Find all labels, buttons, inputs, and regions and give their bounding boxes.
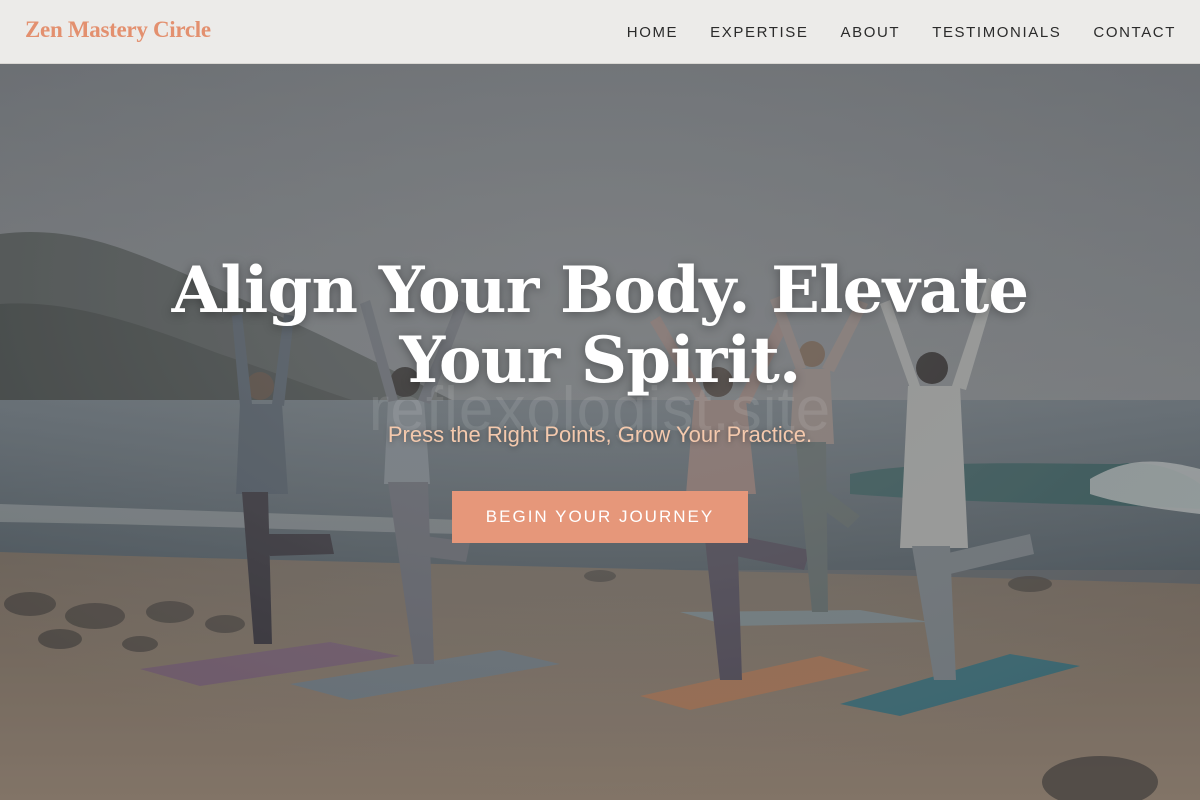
hero-subtitle: Press the Right Points, Grow Your Practi… <box>387 422 813 447</box>
nav-expertise[interactable]: EXPERTISE <box>710 24 808 41</box>
site-header: Zen Mastery Circle HOME EXPERTISE ABOUT … <box>0 0 1200 64</box>
main-nav: HOME EXPERTISE ABOUT TESTIMONIALS CONTAC… <box>595 0 1176 64</box>
nav-home[interactable]: HOME <box>627 24 678 41</box>
hero-title: Align Your Body. Elevate Your Spirit. <box>171 253 1029 398</box>
brand-logo[interactable]: Zen Mastery Circle <box>25 17 211 43</box>
begin-journey-button[interactable]: BEGIN YOUR JOURNEY <box>452 491 748 543</box>
nav-testimonials[interactable]: TESTIMONIALS <box>932 24 1061 41</box>
nav-contact[interactable]: CONTACT <box>1093 24 1176 41</box>
nav-about[interactable]: ABOUT <box>841 24 901 41</box>
hero-section: reflexologist.site Align Your Body. Elev… <box>0 64 1200 800</box>
hero-content: Align Your Body. Elevate Your Spirit. Pr… <box>0 256 1200 543</box>
